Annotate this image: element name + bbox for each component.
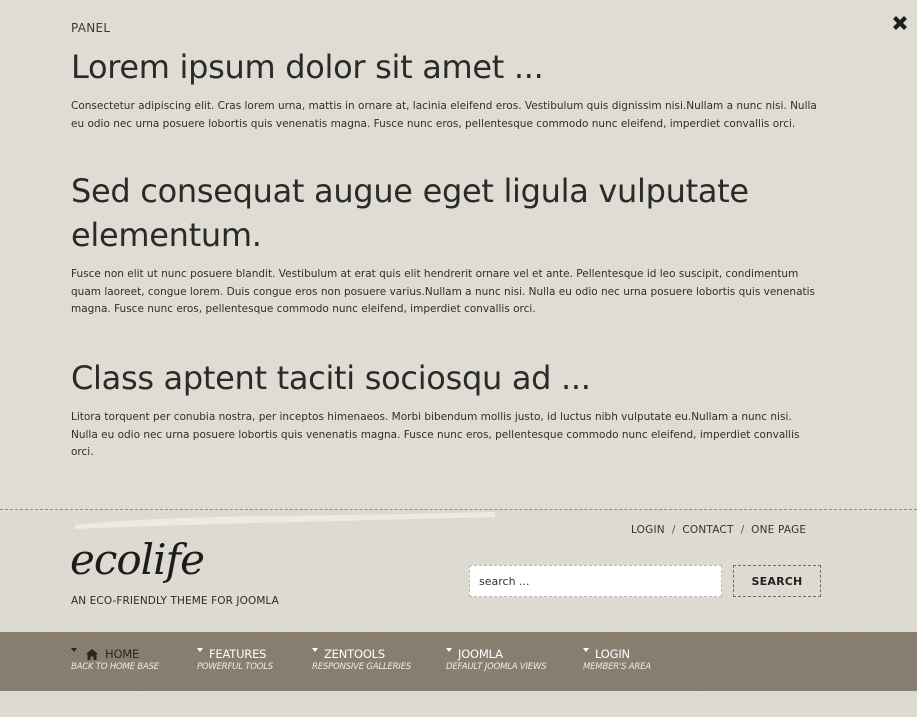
nav-item-zentools[interactable]: ZENTOOLS RESPONSIVE GALLERIES — [312, 647, 411, 672]
caret-down-icon — [312, 648, 318, 652]
site-logo[interactable]: ecolife — [70, 535, 205, 584]
top-link-contact[interactable]: CONTACT — [682, 524, 733, 536]
nav-item-joomla[interactable]: JOOMLA DEFAULT JOOMLA VIEWS — [446, 647, 547, 672]
nav-item-login[interactable]: LOGIN MEMBER'S AREA — [583, 647, 651, 672]
nav-item-home[interactable]: HOME BACK TO HOME BASE — [71, 647, 159, 672]
nav-item-features[interactable]: FEATURES POWERFUL TOOLS — [197, 647, 273, 672]
search-input[interactable] — [469, 565, 722, 597]
caret-down-icon — [71, 648, 77, 652]
section-body: Consectetur adipiscing elit. Cras lorem … — [71, 100, 817, 130]
panel-section: Sed consequat augue eget ligula vulputat… — [71, 169, 821, 319]
top-links: LOGIN / CONTACT / ONE PAGE — [631, 524, 806, 536]
nav-item-subtitle: BACK TO HOME BASE — [71, 662, 159, 672]
main-nav: HOME BACK TO HOME BASE FEATURES POWERFUL… — [0, 632, 917, 691]
top-link-login[interactable]: LOGIN — [631, 524, 665, 536]
top-link-separator: / — [740, 524, 745, 536]
torn-paper-decoration — [75, 512, 495, 529]
nav-item-title: HOME — [105, 647, 140, 661]
panel-section: Class aptent taciti sociosqu ad ... Lito… — [71, 356, 821, 462]
panel-label: PANEL — [71, 21, 111, 35]
nav-item-title: JOOMLA — [458, 647, 503, 661]
section-body: Fusce non elit ut nunc posuere blandit. … — [71, 268, 816, 315]
search-button[interactable]: SEARCH — [733, 565, 821, 597]
section-heading: Lorem ipsum dolor sit amet ... — [71, 48, 544, 86]
site-tagline: AN ECO-FRIENDLY THEME FOR JOOMLA — [71, 595, 279, 607]
top-link-separator: / — [671, 524, 676, 536]
top-panel: PANEL Lorem ipsum dolor sit amet ... Con… — [0, 0, 917, 510]
caret-down-icon — [583, 648, 589, 652]
page-bottom — [0, 691, 917, 717]
nav-item-subtitle: MEMBER'S AREA — [583, 662, 651, 672]
caret-down-icon — [197, 648, 203, 652]
caret-down-icon — [446, 648, 452, 652]
top-link-one-page[interactable]: ONE PAGE — [751, 524, 806, 536]
section-heading: Sed consequat augue eget ligula vulputat… — [71, 172, 749, 254]
close-icon[interactable] — [889, 12, 911, 34]
home-icon — [86, 648, 98, 660]
nav-item-subtitle: DEFAULT JOOMLA VIEWS — [446, 662, 547, 672]
nav-item-title: ZENTOOLS — [324, 647, 385, 661]
panel-section: Lorem ipsum dolor sit amet ... Consectet… — [71, 45, 821, 133]
section-body: Litora torquent per conubia nostra, per … — [71, 411, 800, 458]
nav-item-title: FEATURES — [209, 647, 267, 661]
nav-item-subtitle: RESPONSIVE GALLERIES — [312, 662, 412, 672]
site-header: LOGIN / CONTACT / ONE PAGE ecolife AN ECO-FR… — [0, 511, 917, 632]
section-heading: Class aptent taciti sociosqu ad ... — [71, 359, 591, 397]
nav-item-subtitle: POWERFUL TOOLS — [197, 662, 273, 672]
nav-item-title: LOGIN — [595, 647, 630, 661]
